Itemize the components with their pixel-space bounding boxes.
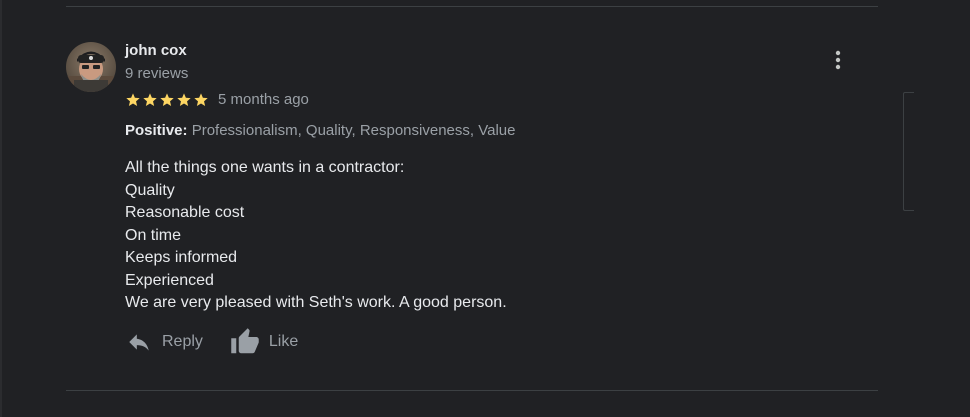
reply-label: Reply	[162, 333, 203, 350]
star-icon	[160, 92, 174, 106]
positive-attributes: Positive: Professionalism, Quality, Resp…	[125, 122, 515, 139]
scrollbar-edge[interactable]	[903, 92, 914, 211]
star-icon	[126, 92, 140, 106]
divider-top	[66, 6, 878, 7]
author-review-count[interactable]: 9 reviews	[125, 65, 188, 82]
review-line: Experienced	[125, 271, 214, 289]
review-line: Reasonable cost	[125, 204, 245, 221]
thumbs-up-icon	[231, 328, 259, 354]
review-date: 5 months ago	[218, 91, 309, 108]
avatar[interactable]	[66, 42, 116, 92]
positive-values: Professionalism, Quality, Responsiveness…	[191, 122, 516, 139]
reply-icon	[129, 334, 149, 351]
star-icon	[143, 92, 157, 106]
reply-button[interactable]: Reply	[125, 329, 203, 355]
review-line: On time	[125, 226, 182, 244]
star-icon	[194, 92, 208, 106]
star-rating	[125, 92, 209, 108]
divider-bottom	[66, 390, 878, 391]
rating-row: 5 months ago	[125, 91, 309, 108]
like-button[interactable]: Like	[230, 327, 298, 357]
positive-label: Positive:	[125, 122, 188, 139]
review-line: All the things one wants in a contractor…	[125, 159, 405, 176]
star-icon	[177, 92, 191, 106]
more-options-button[interactable]	[826, 48, 850, 72]
more-vert-icon	[835, 50, 841, 70]
review-line: Quality	[125, 181, 175, 199]
author-name[interactable]: john cox	[125, 42, 187, 59]
review-line: Keeps informed	[125, 249, 238, 266]
panel-edge	[0, 0, 2, 417]
review-panel: john cox 9 reviews 5 months ago Positive…	[0, 0, 970, 417]
review-line: We are very pleased with Seth's work. A …	[125, 294, 507, 311]
review-text: All the things one wants in a contractor…	[125, 157, 507, 315]
like-label: Like	[268, 333, 299, 350]
review-actions: Reply Like	[125, 327, 298, 357]
